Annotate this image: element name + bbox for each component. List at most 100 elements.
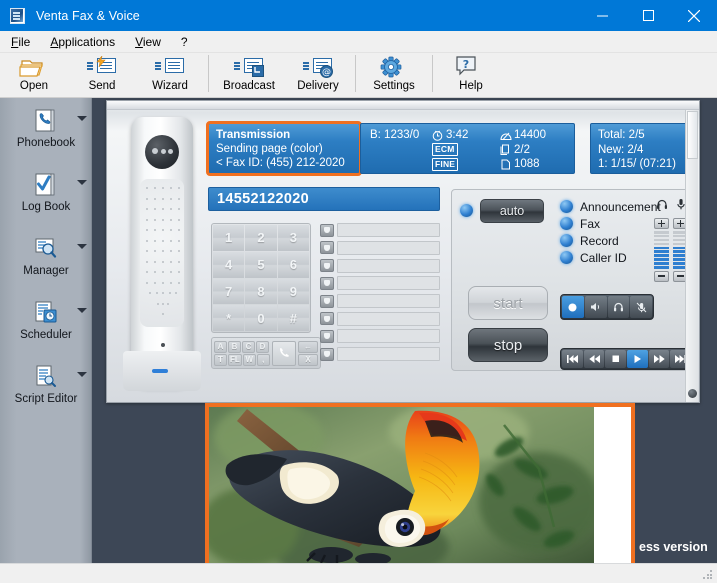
function-key-c[interactable]: C [242, 340, 255, 353]
keypad-key-2[interactable]: 2 [245, 225, 277, 251]
headphone-volume-up-button[interactable] [654, 218, 669, 229]
sidebar-item-scheduler[interactable]: Scheduler [0, 294, 92, 358]
close-button[interactable] [671, 0, 717, 31]
volume-step[interactable] [654, 231, 669, 234]
clear-button[interactable]: X [298, 353, 318, 366]
stop-playback-button[interactable] [605, 350, 627, 368]
chevron-down-icon[interactable] [77, 116, 87, 121]
function-key-t[interactable]: T [214, 353, 227, 366]
maximize-button[interactable] [625, 0, 671, 31]
dial-handset-button[interactable] [271, 340, 296, 366]
keypad-key-6[interactable]: 6 [277, 251, 309, 278]
answer-mode-announcement[interactable]: Announcement [560, 198, 661, 215]
speed-dial-field[interactable] [337, 294, 440, 308]
headphone-volume-down-button[interactable] [654, 270, 669, 282]
speed-dial-row [320, 347, 440, 362]
headphone-volume-slider[interactable] [654, 218, 669, 282]
volume-step[interactable] [654, 258, 669, 261]
speed-dial-field[interactable] [337, 258, 440, 273]
start-button[interactable]: start [468, 286, 548, 320]
minimize-button[interactable] [579, 0, 625, 31]
toolbar-open-button[interactable]: Open [0, 53, 68, 98]
sidebar-item-manager[interactable]: Manager [0, 230, 92, 294]
keypad-key-8[interactable]: 8 [245, 278, 277, 305]
fax-page-preview[interactable] [205, 403, 635, 570]
rewind-button[interactable] [583, 350, 605, 368]
chevron-down-icon[interactable] [77, 244, 87, 249]
panel-scrollbar[interactable] [685, 110, 698, 402]
auto-button[interactable]: auto [480, 199, 544, 223]
grill-hole [178, 250, 181, 253]
backspace-button[interactable]: ← [298, 340, 318, 353]
keypad-key-3[interactable]: 3 [277, 225, 309, 251]
answer-mode-record[interactable]: Record [560, 232, 661, 249]
volume-step[interactable] [654, 254, 669, 257]
keypad-key-star[interactable]: * [213, 305, 245, 331]
menu-file[interactable]: FFileile [2, 33, 39, 51]
function-key-b[interactable]: B [228, 340, 241, 353]
toolbar-settings-button[interactable]: Settings [360, 53, 428, 98]
sidebar-item-script-editor[interactable]: Script Editor [0, 358, 92, 422]
stop-button[interactable]: stop [468, 328, 548, 362]
toolbar-broadcast-button[interactable]: Broadcast [213, 53, 285, 98]
keypad-key-9[interactable]: 9 [277, 278, 309, 305]
speed-dial-field[interactable] [337, 347, 440, 362]
volume-step[interactable] [654, 242, 669, 246]
window-resize-grip[interactable] [703, 570, 713, 580]
menu-applications[interactable]: Applications [41, 33, 124, 51]
keypad-key-7[interactable]: 7 [213, 278, 245, 305]
chevron-down-icon[interactable] [77, 308, 87, 313]
toolbar-wizard-button[interactable]: Wizard [136, 53, 204, 98]
record-button[interactable] [562, 296, 584, 318]
answer-mode-caller-id[interactable]: Caller ID [560, 249, 661, 266]
menu-help[interactable]: ? [172, 33, 197, 51]
toolbar-delivery-button[interactable]: @ Delivery [285, 53, 351, 98]
keypad-key-5[interactable]: 5 [245, 251, 277, 278]
speed-dial-button[interactable] [320, 259, 334, 273]
speed-dial-button[interactable] [320, 312, 334, 326]
fax-number-input[interactable]: 14552122020 [208, 187, 440, 211]
speed-dial-field[interactable] [337, 276, 440, 291]
volume-step[interactable] [654, 234, 669, 238]
volume-step[interactable] [654, 266, 669, 269]
keypad-key-4[interactable]: 4 [213, 251, 245, 278]
speed-dial-button[interactable] [320, 347, 334, 361]
function-key-d[interactable]: D [256, 340, 269, 353]
volume-step[interactable] [654, 262, 669, 265]
headset-button[interactable] [607, 296, 630, 318]
answer-mode-fax[interactable]: Fax [560, 215, 661, 232]
toolbar-help-button[interactable]: ? Help [437, 53, 505, 98]
menu-view[interactable]: View [126, 33, 170, 51]
function-key-fl[interactable]: FL [228, 353, 242, 366]
volume-step[interactable] [654, 238, 669, 242]
function-key-a[interactable]: A [214, 340, 227, 353]
panel-resize-grip[interactable] [688, 389, 697, 398]
scrollbar-thumb[interactable] [687, 111, 698, 159]
chevron-down-icon[interactable] [77, 372, 87, 377]
speaker-button[interactable] [584, 296, 607, 318]
volume-step[interactable] [654, 246, 669, 250]
function-key-pause[interactable]: , [256, 353, 270, 366]
volume-step[interactable] [654, 250, 669, 254]
speed-dial-field[interactable] [337, 311, 440, 326]
play-button[interactable] [627, 350, 648, 368]
keypad-key-0[interactable]: 0 [245, 305, 277, 331]
speed-dial-field[interactable] [337, 223, 440, 238]
keypad-key-hash[interactable]: # [277, 305, 309, 331]
speed-dial-button[interactable] [320, 276, 334, 290]
speed-dial-button[interactable] [320, 241, 334, 255]
sidebar-item-logbook[interactable]: Log Book [0, 166, 92, 230]
microphone-muted-button[interactable] [630, 296, 652, 318]
speed-dial-field[interactable] [337, 329, 440, 344]
sidebar-item-phonebook[interactable]: Phonebook [0, 102, 92, 166]
skip-to-start-button[interactable] [562, 350, 583, 368]
transmission-status-block[interactable]: Transmission Sending page (color) < Fax … [206, 121, 362, 176]
chevron-down-icon[interactable] [77, 180, 87, 185]
keypad-key-1[interactable]: 1 [213, 225, 245, 251]
speed-dial-field[interactable] [337, 240, 440, 255]
speed-dial-button[interactable] [320, 223, 334, 237]
speed-dial-button[interactable] [320, 329, 334, 343]
toolbar-send-button[interactable]: Send [68, 53, 136, 98]
speed-dial-button[interactable] [320, 294, 334, 308]
function-key-w[interactable]: W [242, 353, 256, 366]
